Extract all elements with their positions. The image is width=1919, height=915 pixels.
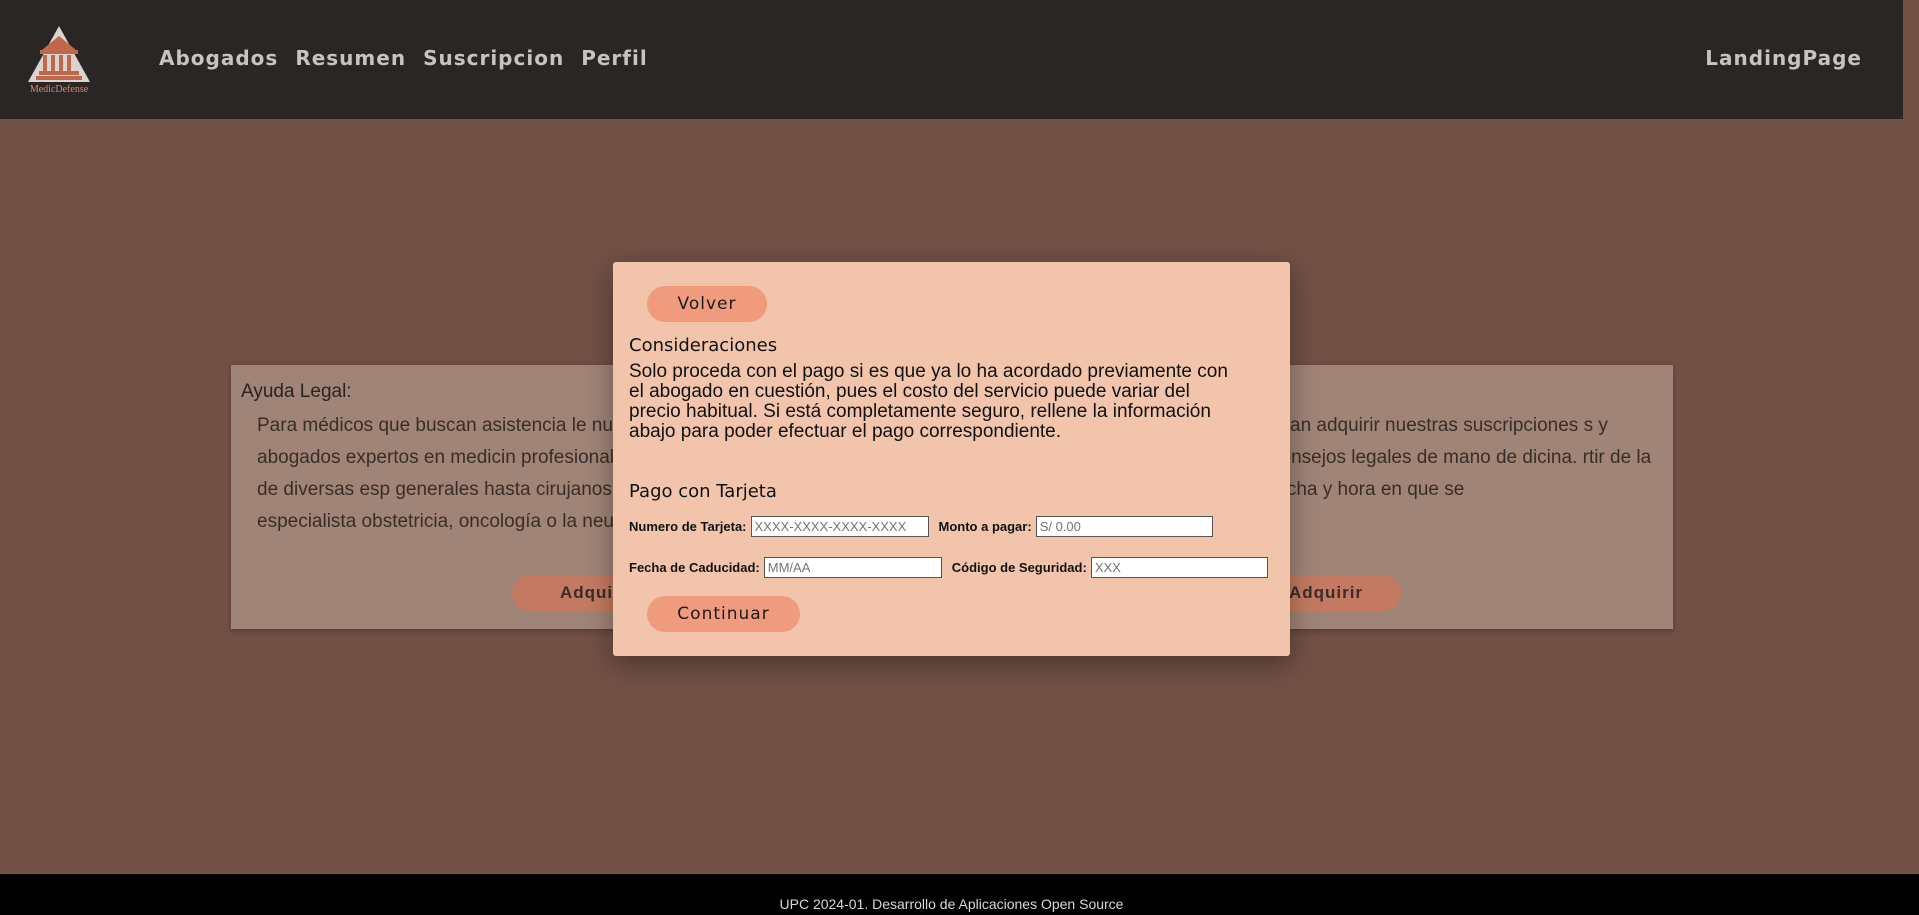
security-code-label: Código de Seguridad: <box>951 560 1087 575</box>
card-number-input[interactable] <box>750 516 929 537</box>
footer-text: UPC 2024-01. Desarrollo de Aplicaciones … <box>779 896 1124 912</box>
payment-row-2: Fecha de Caducidad: Código de Seguridad: <box>629 557 1268 578</box>
payment-row-1: Numero de Tarjeta: Monto a pagar: <box>629 516 1213 537</box>
nav-suscripcion[interactable]: Suscripcion <box>423 46 564 70</box>
card-right-description: scan adquirir nuestras suscripciones s y… <box>1271 415 1652 500</box>
considerations-heading: Consideraciones <box>629 335 778 356</box>
logo[interactable]: MedicDefense <box>25 24 93 98</box>
card-payment-heading: Pago con Tarjeta <box>629 481 777 502</box>
nav-perfil[interactable]: Perfil <box>581 46 648 70</box>
logo-text: MedicDefense <box>29 84 89 95</box>
back-button[interactable]: Volver <box>647 286 767 322</box>
considerations-text: Solo proceda con el pago si es que ya lo… <box>629 361 1228 442</box>
payment-modal: Volver Consideraciones Solo proceda con … <box>613 262 1290 656</box>
footer: UPC 2024-01. Desarrollo de Aplicaciones … <box>0 874 1919 915</box>
top-navbar: MedicDefense Abogados Resumen Suscripcio… <box>0 0 1903 119</box>
nav-resumen[interactable]: Resumen <box>295 46 406 70</box>
main-nav: Abogados Resumen Suscripcion Perfil <box>159 46 648 70</box>
card-title-legal-help: Ayuda Legal: <box>241 381 352 402</box>
expiry-label: Fecha de Caducidad: <box>629 560 760 575</box>
security-code-input[interactable] <box>1090 557 1268 578</box>
page-scrollbar[interactable] <box>1903 0 1919 874</box>
amount-label: Monto a pagar: <box>938 519 1032 534</box>
nav-abogados[interactable]: Abogados <box>159 46 278 70</box>
continue-button[interactable]: Continuar <box>647 596 800 632</box>
courthouse-icon <box>28 26 90 82</box>
nav-landing-page[interactable]: LandingPage <box>1705 46 1862 70</box>
expiry-input[interactable] <box>763 557 942 578</box>
card-number-label: Numero de Tarjeta: <box>629 519 747 534</box>
amount-input[interactable] <box>1035 516 1213 537</box>
